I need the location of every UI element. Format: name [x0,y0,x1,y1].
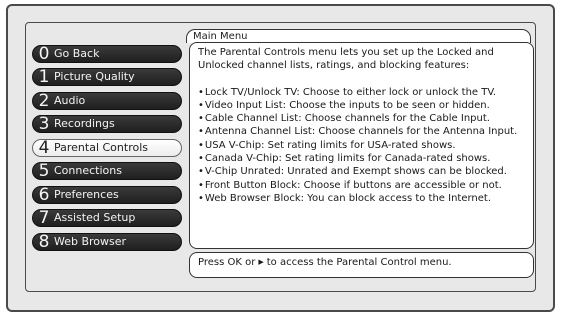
description-panel: The Parental Controls menu lets you set … [189,42,534,249]
hint-text-before: Press OK or [198,257,256,268]
hint-panel: Press OK or ▶ to access the Parental Contr… [189,252,534,278]
hint-text-after: to access the Parental Control menu. [266,257,452,268]
feature-item: Video Input List: Choose the inputs to b… [198,99,525,112]
menu-item-number: 2 [38,91,50,111]
menu-item-label: Parental Controls [54,141,148,154]
menu-item-web-browser[interactable]: 8 Web Browser [32,233,182,251]
menu-item-label: Audio [54,94,86,107]
menu-item-label: Recordings [54,117,115,130]
feature-item: Cable Channel List: Choose channels for … [198,112,525,125]
menu-item-label: Web Browser [54,235,127,248]
description-intro: The Parental Controls menu lets you set … [198,47,494,72]
feature-list: Lock TV/Unlock TV: Choose to either lock… [198,86,525,206]
menu-item-audio[interactable]: 2 Audio [32,92,182,110]
feature-item: Web Browser Block: You can block access … [198,192,525,205]
feature-item: Lock TV/Unlock TV: Choose to either lock… [198,86,525,99]
menu-item-label: Connections [54,164,122,177]
menu-item-label: Picture Quality [54,70,135,83]
menu-item-number: 7 [38,208,50,228]
menu-item-label: Preferences [54,188,119,201]
menu-item-number: 0 [38,44,50,64]
menu-item-number: 3 [38,114,50,134]
menu-item-number: 6 [38,185,50,205]
feature-item: V-Chip Unrated: Unrated and Exempt shows… [198,165,525,178]
feature-item: Antenna Channel List: Choose channels fo… [198,125,525,138]
menu-item-connections[interactable]: 5 Connections [32,162,182,180]
menu-item-label: Assisted Setup [54,211,136,224]
menu-item-picture-quality[interactable]: 1 Picture Quality [32,68,182,86]
feature-item: Canada V-Chip: Set rating limits for Can… [198,152,525,165]
menu-item-preferences[interactable]: 6 Preferences [32,186,182,204]
right-triangle-icon: ▶ [258,258,264,266]
menu-item-number: 4 [38,138,50,158]
menu-item-assisted-setup[interactable]: 7 Assisted Setup [32,209,182,227]
feature-item: USA V-Chip: Set rating limits for USA-ra… [198,139,525,152]
feature-item: Front Button Block: Choose if buttons ar… [198,179,525,192]
menu-item-number: 8 [38,232,50,252]
menu-item-recordings[interactable]: 3 Recordings [32,115,182,133]
menu-item-number: 1 [38,67,50,87]
menu-item-number: 5 [38,161,50,181]
menu-item-go-back[interactable]: 0 Go Back [32,45,182,63]
menu-item-parental-controls[interactable]: 4 Parental Controls [32,139,182,157]
menu-item-label: Go Back [54,47,100,60]
